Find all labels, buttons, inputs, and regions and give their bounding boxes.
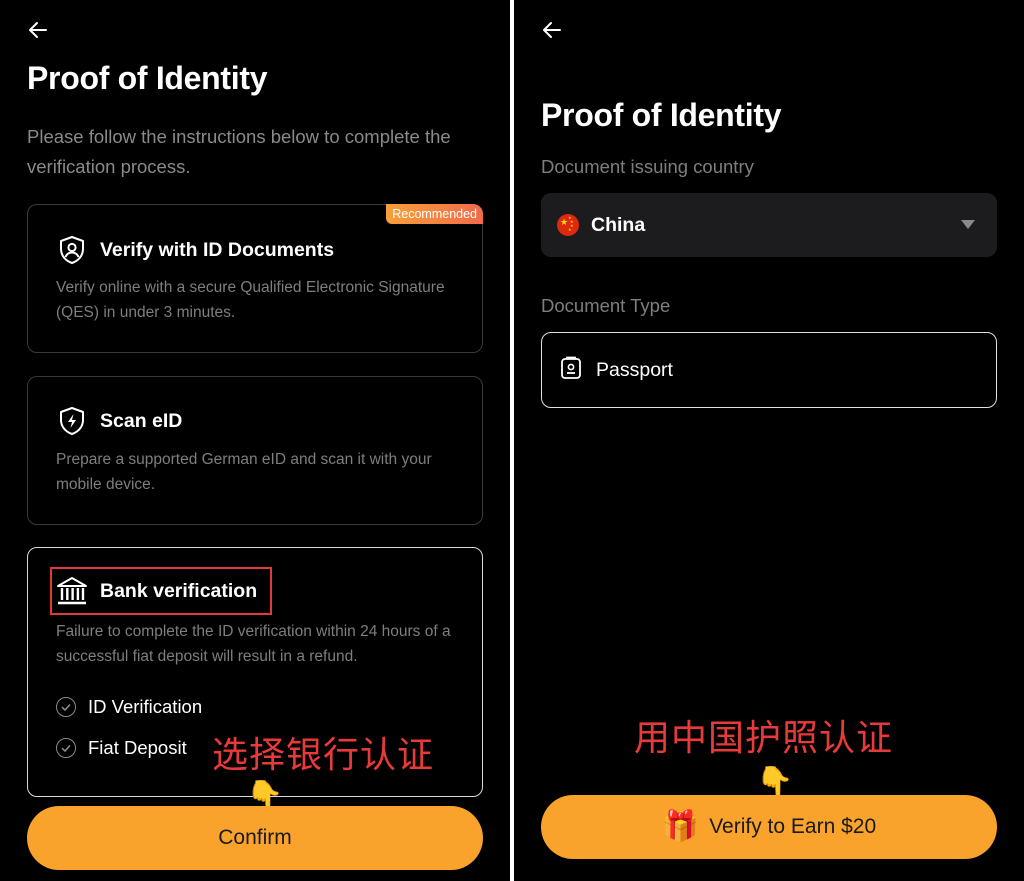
caret-down-icon bbox=[961, 220, 975, 229]
annotation-text: 选择银行认证 bbox=[212, 735, 435, 776]
card-description: Failure to complete the ID verification … bbox=[56, 623, 451, 665]
confirm-button[interactable]: Confirm bbox=[27, 806, 483, 870]
left-screen: Proof of Identity Please follow the inst… bbox=[0, 0, 510, 881]
page-title: Proof of Identity bbox=[27, 60, 268, 96]
passport-icon bbox=[560, 356, 582, 385]
passport-option[interactable]: Passport bbox=[541, 332, 997, 408]
check-circle-icon bbox=[56, 738, 76, 758]
step-label: Fiat Deposit bbox=[88, 737, 187, 758]
right-screen: Proof of Identity Document issuing count… bbox=[514, 0, 1024, 881]
page-title: Proof of Identity bbox=[541, 97, 782, 133]
card-description: Prepare a supported German eID and scan … bbox=[56, 451, 432, 493]
step-id-verification: ID Verification bbox=[56, 696, 202, 718]
card-title: Scan eID bbox=[100, 409, 183, 432]
page-subtitle: Please follow the instructions below to … bbox=[27, 126, 451, 177]
check-circle-icon bbox=[56, 697, 76, 717]
confirm-button-label: Confirm bbox=[218, 826, 292, 849]
china-flag-icon: ★ ★ ★ ★ ★ bbox=[557, 214, 579, 236]
back-arrow-icon[interactable] bbox=[540, 18, 564, 42]
card-title: Bank verification bbox=[100, 579, 258, 602]
recommended-badge: Recommended bbox=[386, 204, 483, 224]
pointing-hand-icon: 👇 bbox=[756, 766, 794, 799]
passport-label: Passport bbox=[596, 358, 673, 381]
verify-to-earn-label: Verify to Earn $20 bbox=[709, 815, 877, 838]
back-arrow-icon[interactable] bbox=[26, 18, 50, 42]
option-verify-id-documents[interactable]: Recommended Verify with ID Documents Ver… bbox=[27, 204, 483, 353]
country-select[interactable]: ★ ★ ★ ★ ★ China bbox=[541, 193, 997, 257]
card-title: Verify with ID Documents bbox=[100, 238, 335, 261]
user-shield-icon bbox=[56, 234, 88, 266]
bank-icon bbox=[56, 575, 88, 607]
card-description: Verify online with a secure Qualified El… bbox=[56, 279, 445, 321]
option-scan-eid[interactable]: Scan eID Prepare a supported German eID … bbox=[27, 376, 483, 525]
gift-icon: 🎁 bbox=[661, 810, 700, 843]
step-fiat-deposit: Fiat Deposit bbox=[56, 737, 187, 759]
step-label: ID Verification bbox=[88, 696, 203, 717]
annotation-text: 用中国护照认证 bbox=[634, 718, 894, 759]
document-type-label: Document Type bbox=[541, 295, 671, 316]
country-label: Document issuing country bbox=[541, 156, 754, 177]
shield-bolt-icon bbox=[56, 405, 88, 437]
verify-to-earn-button[interactable]: 🎁 Verify to Earn $20 bbox=[541, 795, 997, 859]
country-value: China bbox=[591, 213, 646, 236]
